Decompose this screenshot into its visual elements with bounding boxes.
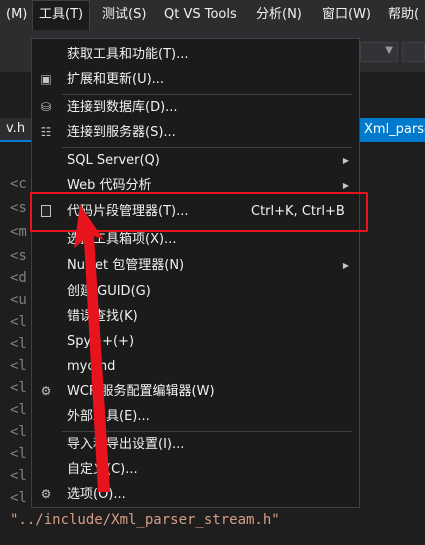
toolbar-combo-2[interactable] — [402, 42, 425, 62]
menu-item-label: 扩展和更新(U)... — [67, 72, 165, 87]
code-line: <l — [10, 402, 27, 418]
chevron-down-icon: ▼ — [385, 45, 393, 56]
code-line: <s — [10, 248, 27, 264]
code-line: <l — [10, 358, 27, 374]
code-line: <u — [10, 292, 27, 308]
menu-item-create-guid[interactable]: 创建 GUID(G) — [32, 279, 359, 304]
snippet-icon — [41, 205, 51, 217]
menu-item-spy[interactable]: Spy++(+) — [32, 329, 359, 354]
menu-item-label: 选项(O)... — [67, 487, 126, 502]
server-connect-icon: ☷ — [40, 125, 52, 139]
menu-item-shortcut: Ctrl+K, Ctrl+B — [251, 204, 345, 219]
include-path-line: "../include/Xml_parser_stream.h" — [10, 512, 280, 528]
database-connect-icon: ⛁ — [40, 100, 52, 114]
menu-item-label: Spy++(+) — [67, 334, 135, 349]
menu-item-nuget[interactable]: NuGet 包管理器(N) ▶ — [32, 253, 359, 278]
menu-item-choose-toolbox-items[interactable]: 选择工具箱项(X)... — [32, 227, 359, 252]
menu-item-label: WCF 服务配置编辑器(W) — [67, 384, 215, 399]
toolbar-combo[interactable]: ▼ — [360, 42, 398, 62]
menu-item-label: 导入和导出设置(I)... — [67, 437, 185, 452]
code-line: <s — [10, 200, 27, 216]
menu-item-label: 连接到服务器(S)... — [67, 125, 176, 140]
gear-icon: ⚙ — [40, 487, 52, 501]
menu-item-label: 自定义(C)... — [67, 462, 138, 477]
extensions-icon: ▣ — [40, 72, 52, 86]
code-line: <l — [10, 468, 27, 484]
tab-xml-parser[interactable]: Xml_parse — [356, 118, 425, 142]
menu-item-external-tools[interactable]: 外部工具(E)... — [32, 404, 359, 429]
menu-item-label: 错误查找(K) — [67, 309, 138, 324]
code-line: <m — [10, 224, 27, 240]
menu-help[interactable]: 帮助( — [382, 0, 425, 30]
menu-item-connect-server[interactable]: ☷ 连接到服务器(S)... — [32, 120, 359, 145]
menu-item-label: 代码片段管理器(T)... — [67, 204, 189, 219]
tab-header-file[interactable]: v.h — [0, 118, 31, 140]
menu-item-label: SQL Server(Q) — [67, 153, 160, 168]
submenu-arrow-icon: ▶ — [342, 261, 349, 270]
menu-item-options[interactable]: ⚙ 选项(O)... — [32, 482, 359, 507]
menu-item-import-export-settings[interactable]: 导入和导出设置(I)... — [32, 432, 359, 457]
menu-item-extensions[interactable]: ▣ 扩展和更新(U)... — [32, 67, 359, 92]
wcf-gear-icon: ⚙ — [40, 384, 52, 398]
menu-item-label: mycmd — [67, 359, 116, 374]
menu-analyze[interactable]: 分析(N) — [250, 0, 308, 30]
menu-item-label: NuGet 包管理器(N) — [67, 258, 185, 273]
code-line: <l — [10, 446, 27, 462]
menu-item-label: 创建 GUID(G) — [67, 284, 151, 299]
menu-item-label: Web 代码分析 — [67, 178, 152, 193]
menu-item-label: 连接到数据库(D)... — [67, 100, 178, 115]
code-line: <l — [10, 380, 27, 396]
menu-window[interactable]: 窗口(W) — [316, 0, 377, 30]
menu-unknown-m[interactable]: (M) — [0, 0, 33, 30]
code-line: <d — [10, 270, 27, 286]
code-line: <l — [10, 424, 27, 440]
menu-item-connect-database[interactable]: ⛁ 连接到数据库(D)... — [32, 95, 359, 120]
code-line: <c — [10, 176, 27, 192]
menu-item-get-tools[interactable]: 获取工具和功能(T)... — [32, 42, 359, 67]
menu-item-mycmd[interactable]: mycmd — [32, 354, 359, 379]
menu-item-sql-server[interactable]: SQL Server(Q) ▶ — [32, 148, 359, 173]
menu-item-label: 选择工具箱项(X)... — [67, 232, 177, 247]
code-line: <l — [10, 314, 27, 330]
menu-bar: (M) 工具(T) 测试(S) Qt VS Tools 分析(N) 窗口(W) … — [0, 0, 425, 30]
menu-item-wcf-config-editor[interactable]: ⚙ WCF 服务配置编辑器(W) — [32, 379, 359, 404]
menu-item-label: 获取工具和功能(T)... — [67, 47, 189, 62]
menu-tools[interactable]: 工具(T) — [32, 0, 91, 30]
tools-menu-dropdown: 获取工具和功能(T)... ▣ 扩展和更新(U)... ⛁ 连接到数据库(D).… — [31, 38, 360, 508]
menu-qt-vs-tools[interactable]: Qt VS Tools — [158, 0, 243, 30]
menu-item-label: 外部工具(E)... — [67, 409, 150, 424]
menu-item-error-lookup[interactable]: 错误查找(K) — [32, 304, 359, 329]
menu-test[interactable]: 测试(S) — [96, 0, 152, 30]
menu-item-customize[interactable]: 自定义(C)... — [32, 457, 359, 482]
submenu-arrow-icon: ▶ — [342, 181, 349, 190]
submenu-arrow-icon: ▶ — [342, 156, 349, 165]
code-line: <l — [10, 336, 27, 352]
menu-item-code-snippets-manager[interactable]: 代码片段管理器(T)... Ctrl+K, Ctrl+B — [32, 199, 359, 224]
code-line: <l — [10, 490, 27, 506]
menu-item-web-code-analysis[interactable]: Web 代码分析 ▶ — [32, 173, 359, 198]
